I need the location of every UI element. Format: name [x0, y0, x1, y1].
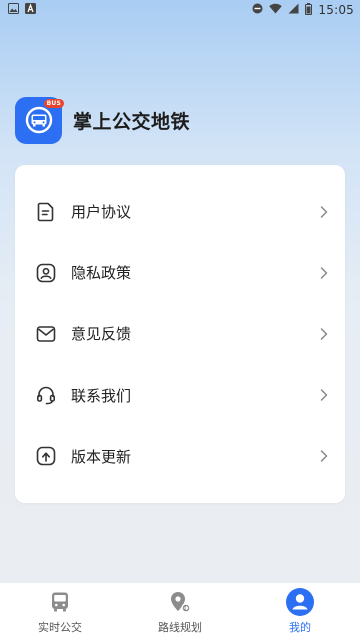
chevron-right-icon	[319, 449, 329, 463]
app-logo: BUS	[15, 96, 64, 144]
status-right: 15:05	[252, 2, 354, 18]
tab-mine[interactable]: 我的	[240, 588, 360, 635]
mail-icon	[36, 324, 56, 344]
headset-icon	[36, 385, 56, 405]
tab-label: 实时公交	[38, 621, 82, 634]
tab-label: 我的	[289, 621, 311, 634]
bus-icon	[46, 588, 74, 616]
a-notification-icon	[25, 3, 36, 17]
bus-badge: BUS	[43, 98, 64, 108]
update-icon	[36, 446, 56, 466]
menu-item-label: 意见反馈	[71, 325, 132, 344]
menu-item-label: 版本更新	[71, 447, 132, 466]
tab-route-planning[interactable]: 路线规划	[120, 588, 240, 635]
document-icon	[36, 202, 56, 222]
menu-item-user-agreement[interactable]: 用户协议	[15, 181, 345, 242]
do-not-disturb-icon	[252, 3, 263, 17]
bottom-tab-bar: 实时公交 路线规划 我的	[0, 582, 360, 640]
menu-item-version-update[interactable]: 版本更新	[15, 426, 345, 487]
app-title: 掌上公交地铁	[73, 110, 191, 133]
tab-realtime-bus[interactable]: 实时公交	[0, 588, 120, 635]
route-pin-icon	[166, 588, 194, 616]
status-left	[8, 3, 36, 17]
wifi-icon	[269, 3, 283, 17]
menu-item-label: 用户协议	[71, 203, 132, 222]
app-header: BUS 掌上公交地铁	[15, 96, 190, 144]
profile-icon	[286, 588, 314, 616]
menu-item-label: 隐私政策	[71, 264, 132, 283]
menu-item-feedback[interactable]: 意见反馈	[15, 303, 345, 364]
chevron-right-icon	[319, 388, 329, 402]
status-bar: 15:05	[0, 0, 360, 20]
battery-icon	[305, 2, 313, 18]
menu-item-label: 联系我们	[71, 386, 132, 405]
signal-icon	[288, 3, 299, 17]
bus-logo-icon	[25, 106, 52, 134]
status-time: 15:05	[318, 3, 354, 17]
gallery-icon	[8, 3, 19, 17]
menu-item-privacy-policy[interactable]: 隐私政策	[15, 242, 345, 303]
settings-menu-card: 用户协议 隐私政策 意见反馈 联系我们 版本更新	[15, 165, 345, 503]
shield-person-icon	[36, 263, 56, 283]
chevron-right-icon	[319, 266, 329, 280]
chevron-right-icon	[319, 327, 329, 341]
chevron-right-icon	[319, 205, 329, 219]
menu-item-contact-us[interactable]: 联系我们	[15, 365, 345, 426]
tab-label: 路线规划	[158, 621, 202, 634]
